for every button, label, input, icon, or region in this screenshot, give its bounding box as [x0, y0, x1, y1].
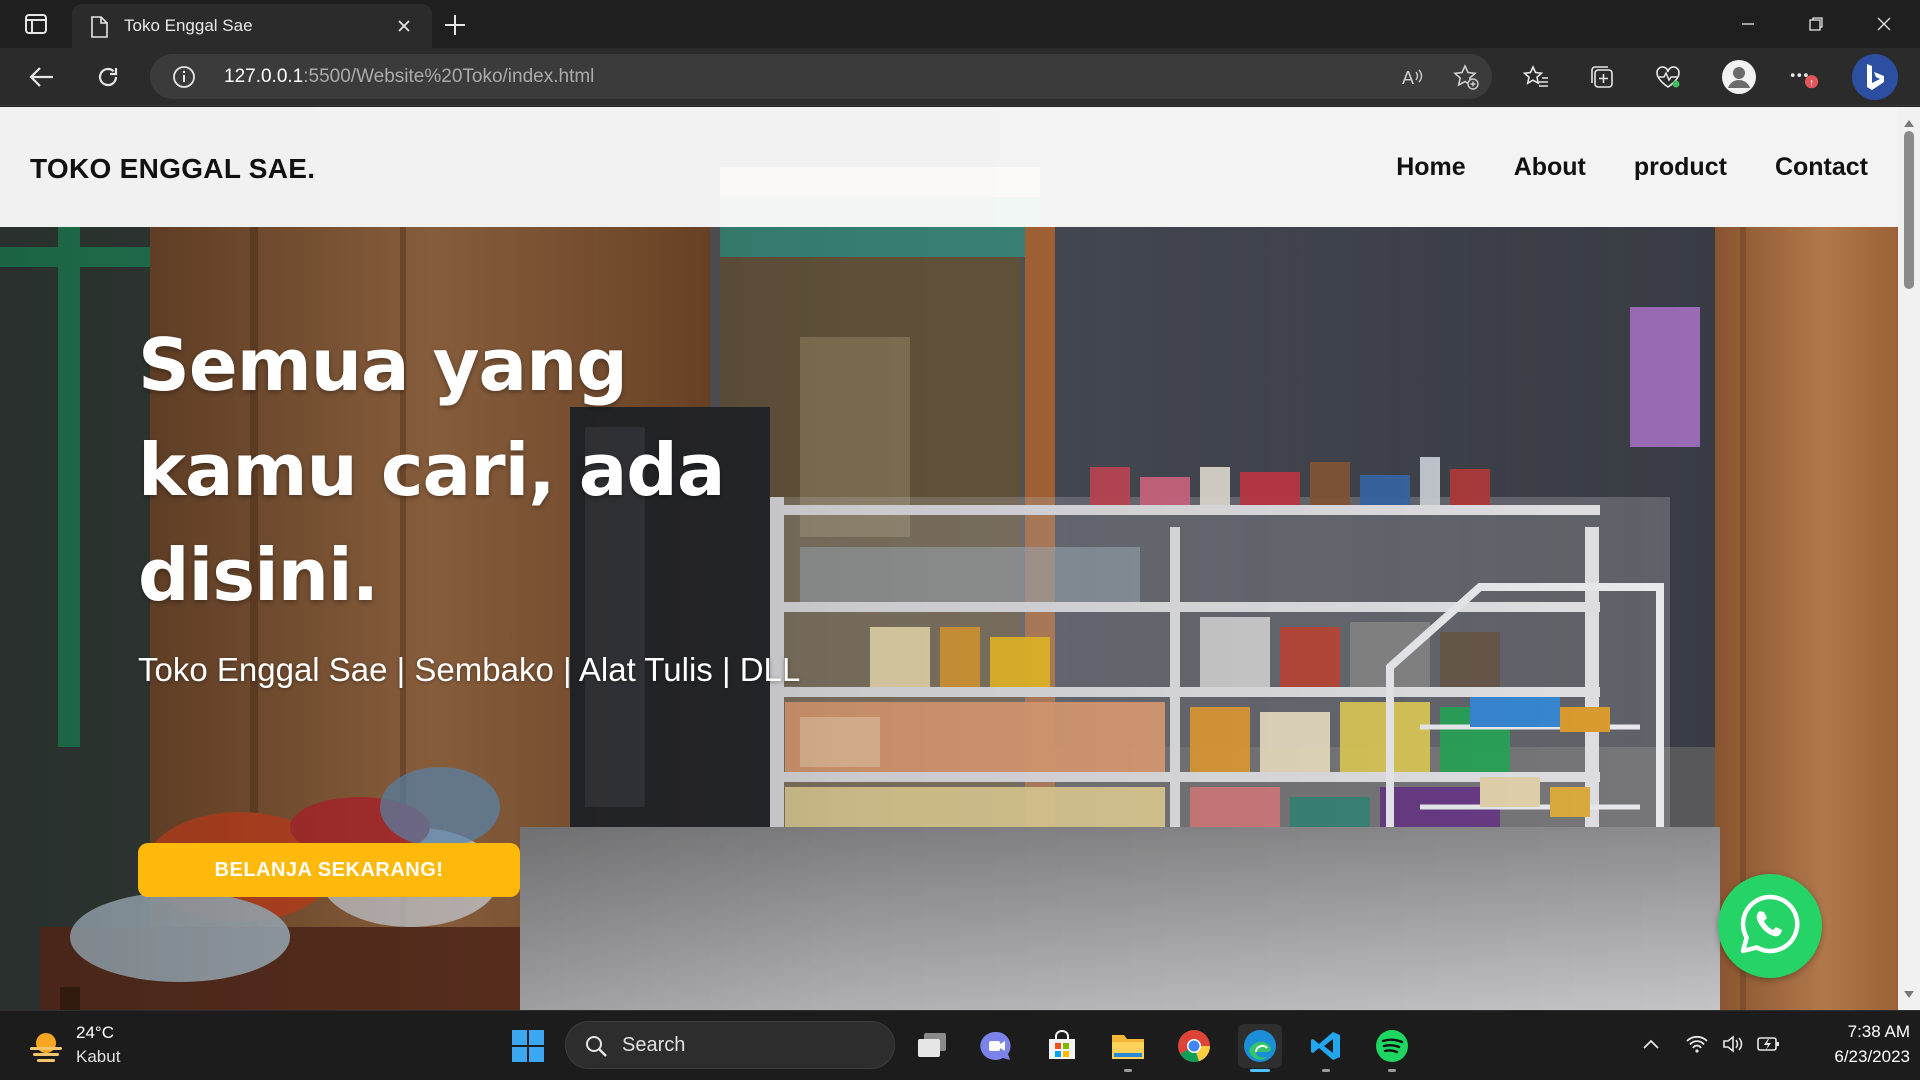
search-label: Search	[622, 1034, 686, 1056]
refresh-icon[interactable]	[92, 61, 124, 93]
nav-home[interactable]: Home	[1396, 153, 1465, 182]
whatsapp-icon	[1737, 891, 1803, 961]
taskbar-search-box[interactable]: Search	[565, 1021, 895, 1069]
nav-product[interactable]: product	[1634, 153, 1727, 182]
spotify-icon[interactable]	[1370, 1024, 1414, 1072]
nav-contact[interactable]: Contact	[1775, 153, 1868, 182]
weather-condition: Kabut	[76, 1047, 121, 1066]
chrome-icon[interactable]	[1172, 1024, 1216, 1068]
windows-start-icon[interactable]	[506, 1024, 550, 1068]
tab-close-icon[interactable]	[394, 16, 414, 36]
favorites-icon[interactable]	[1520, 61, 1552, 93]
hero-subtitle: Toko Enggal Sae | Sembako | Alat Tulis |…	[138, 651, 801, 688]
clock-time: 7:38 AM	[1847, 1022, 1910, 1041]
vscode-icon[interactable]	[1304, 1024, 1348, 1072]
restore-icon[interactable]	[1792, 8, 1840, 40]
windows-taskbar: 24°C Kabut Search 7:38 AM 6/23/2023	[0, 1010, 1920, 1080]
scroll-down-icon[interactable]	[1903, 985, 1915, 1004]
shop-now-button[interactable]: BELANJA SEKARANG!	[138, 843, 520, 897]
site-brand-logo[interactable]: TOKO ENGGAL SAE.	[30, 153, 315, 185]
settings-more-icon[interactable]: ↑	[1788, 61, 1820, 93]
nav-about[interactable]: About	[1514, 153, 1586, 182]
running-indicator	[1124, 1069, 1132, 1072]
svg-text:↑: ↑	[1809, 78, 1814, 89]
page-viewport: TOKO ENGGAL SAE. Home About product Cont…	[0, 107, 1898, 1010]
weather-haze-icon	[26, 1027, 66, 1071]
volume-icon[interactable]	[1718, 1029, 1748, 1059]
running-indicator	[1388, 1069, 1396, 1072]
browser-essentials-icon[interactable]	[1652, 61, 1684, 93]
url-text: 127.0.0.1:5500/Website%20Toko/index.html	[224, 66, 595, 87]
site-navbar: TOKO ENGGAL SAE. Home About product Cont…	[0, 107, 1898, 227]
page-icon	[90, 16, 108, 42]
tab-actions-icon[interactable]	[16, 10, 56, 38]
browser-toolbar: 127.0.0.1:5500/Website%20Toko/index.html…	[0, 48, 1920, 106]
wifi-icon[interactable]	[1682, 1029, 1712, 1059]
teams-chat-icon[interactable]	[974, 1024, 1018, 1068]
file-explorer-icon[interactable]	[1106, 1024, 1150, 1072]
search-icon	[584, 1034, 608, 1062]
minimize-icon[interactable]	[1724, 8, 1772, 40]
battery-charging-icon[interactable]	[1754, 1029, 1784, 1059]
browser-tab[interactable]: Toko Enggal Sae	[72, 4, 432, 48]
address-bar[interactable]: 127.0.0.1:5500/Website%20Toko/index.html…	[150, 54, 1492, 99]
scrollbar-thumb[interactable]	[1904, 131, 1914, 289]
svg-text:A: A	[1402, 68, 1414, 88]
bing-copilot-icon[interactable]	[1852, 54, 1898, 100]
back-icon[interactable]	[26, 61, 58, 93]
microsoft-store-icon[interactable]	[1040, 1024, 1084, 1068]
site-nav-links: Home About product Contact	[1396, 153, 1868, 182]
collections-icon[interactable]	[1586, 61, 1618, 93]
scroll-up-icon[interactable]	[1903, 113, 1915, 132]
new-tab-icon[interactable]	[442, 12, 468, 38]
system-clock[interactable]: 7:38 AM 6/23/2023	[1800, 1019, 1910, 1069]
hero-title: Semua yang kamu cari, ada disini.	[138, 323, 725, 617]
edge-icon[interactable]	[1238, 1024, 1282, 1072]
running-indicator	[1322, 1069, 1330, 1072]
read-aloud-icon[interactable]: A	[1396, 61, 1428, 93]
tab-title: Toko Enggal Sae	[124, 16, 253, 35]
weather-temperature: 24°C	[76, 1023, 114, 1042]
clock-date: 6/23/2023	[1834, 1047, 1910, 1066]
task-view-icon[interactable]	[910, 1024, 954, 1068]
running-indicator	[1250, 1069, 1270, 1072]
browser-tab-bar: Toko Enggal Sae	[0, 0, 1920, 48]
site-info-icon[interactable]	[172, 65, 196, 93]
page-scrollbar[interactable]	[1898, 107, 1920, 1010]
profile-avatar-icon[interactable]	[1720, 58, 1758, 96]
whatsapp-chat-button[interactable]	[1718, 874, 1822, 978]
add-favorite-icon[interactable]	[1450, 61, 1482, 93]
show-hidden-icons-icon[interactable]	[1636, 1029, 1666, 1059]
close-window-icon[interactable]	[1860, 8, 1908, 40]
